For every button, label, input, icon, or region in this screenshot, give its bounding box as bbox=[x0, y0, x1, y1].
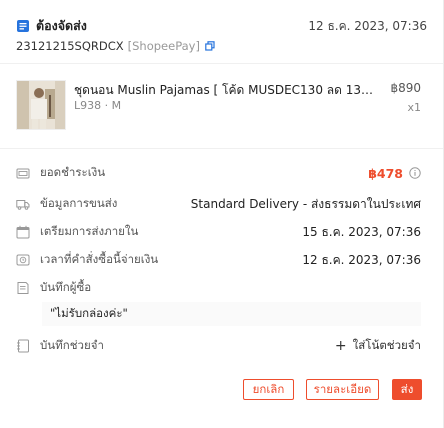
order-time-row: เวลาที่คำสั่งซื้อนี้จ่ายเงิน 12 ธ.ค. 202… bbox=[16, 251, 421, 269]
total-amount: ฿478 bbox=[368, 165, 403, 181]
product-variant: L938 · M bbox=[74, 99, 122, 112]
seller-note-row: บันทึกช่วยจำ + ใส่โน้ตช่วยจำ bbox=[16, 337, 421, 355]
product-price: ฿890 bbox=[390, 81, 421, 95]
divider bbox=[0, 148, 443, 149]
calendar-icon bbox=[16, 225, 30, 239]
add-note-button[interactable]: + ใส่โน้ตช่วยจำ bbox=[335, 337, 421, 355]
order-date: 12 ธ.ค. 2023, 07:36 bbox=[308, 18, 427, 33]
total-value-group: ฿478 bbox=[368, 166, 421, 181]
notebook-icon bbox=[16, 339, 30, 353]
ship-button[interactable]: ส่ง bbox=[392, 379, 422, 400]
plus-icon: + bbox=[334, 338, 347, 354]
prepare-value: 15 ธ.ค. 2023, 07:36 bbox=[302, 224, 421, 239]
order-card: ต้องจัดส่ง 12 ธ.ค. 2023, 07:36 23121215S… bbox=[0, 0, 444, 428]
total-label: ยอดชำระเงิน bbox=[40, 165, 106, 179]
order-status: ต้องจัดส่ง bbox=[36, 18, 87, 33]
truck-icon bbox=[16, 197, 30, 211]
order-header: ต้องจัดส่ง 12 ธ.ค. 2023, 07:36 bbox=[16, 16, 427, 36]
add-note-label: ใส่โน้ตช่วยจำ bbox=[352, 338, 421, 352]
wallet-icon bbox=[16, 166, 30, 180]
order-time-value: 12 ธ.ค. 2023, 07:36 bbox=[302, 252, 421, 267]
add-note-group: + ใส่โน้ตช่วยจำ bbox=[335, 337, 421, 355]
shipping-row: ข้อมูลการขนส่ง Standard Delivery - ส่งธร… bbox=[16, 195, 421, 213]
details-button[interactable]: รายละเอียด bbox=[306, 379, 379, 400]
total-row: ยอดชำระเงิน ฿478 bbox=[16, 164, 421, 182]
shipping-value: Standard Delivery - ส่งธรรมดาในประเทศ bbox=[190, 196, 421, 211]
payment-method: [ShopeePay] bbox=[127, 39, 200, 53]
divider bbox=[0, 63, 443, 64]
prepare-label: เตรียมการส่งภายใน bbox=[40, 224, 139, 238]
buyer-note-row: บันทึกผู้ซื้อ bbox=[16, 279, 421, 297]
product-image bbox=[16, 80, 66, 130]
cancel-button[interactable]: ยกเลิก bbox=[243, 379, 294, 400]
order-id-row: 23121215SQRDCX [ShopeePay] bbox=[16, 38, 215, 54]
info-icon[interactable] bbox=[409, 167, 421, 179]
product-quantity: x1 bbox=[407, 101, 421, 114]
seller-note-label: บันทึกช่วยจำ bbox=[40, 338, 104, 352]
buyer-note-label: บันทึกผู้ซื้อ bbox=[40, 280, 92, 294]
buyer-note-text: "ไม่รับกล่องค่ะ" bbox=[42, 302, 421, 326]
copy-icon[interactable] bbox=[205, 41, 215, 51]
order-time-label: เวลาที่คำสั่งซื้อนี้จ่ายเงิน bbox=[40, 252, 159, 266]
document-icon bbox=[16, 19, 30, 33]
prepare-row: เตรียมการส่งภายใน 15 ธ.ค. 2023, 07:36 bbox=[16, 223, 421, 241]
product-item[interactable]: ชุดนอน Muslin Pajamas [ โค้ด MUSDEC130 ล… bbox=[16, 80, 421, 130]
product-name: ชุดนอน Muslin Pajamas [ โค้ด MUSDEC130 ล… bbox=[74, 83, 379, 97]
shipping-label: ข้อมูลการขนส่ง bbox=[40, 196, 118, 210]
order-sn: 23121215SQRDCX bbox=[16, 39, 124, 53]
clock-icon bbox=[16, 253, 30, 267]
note-icon bbox=[16, 281, 30, 295]
